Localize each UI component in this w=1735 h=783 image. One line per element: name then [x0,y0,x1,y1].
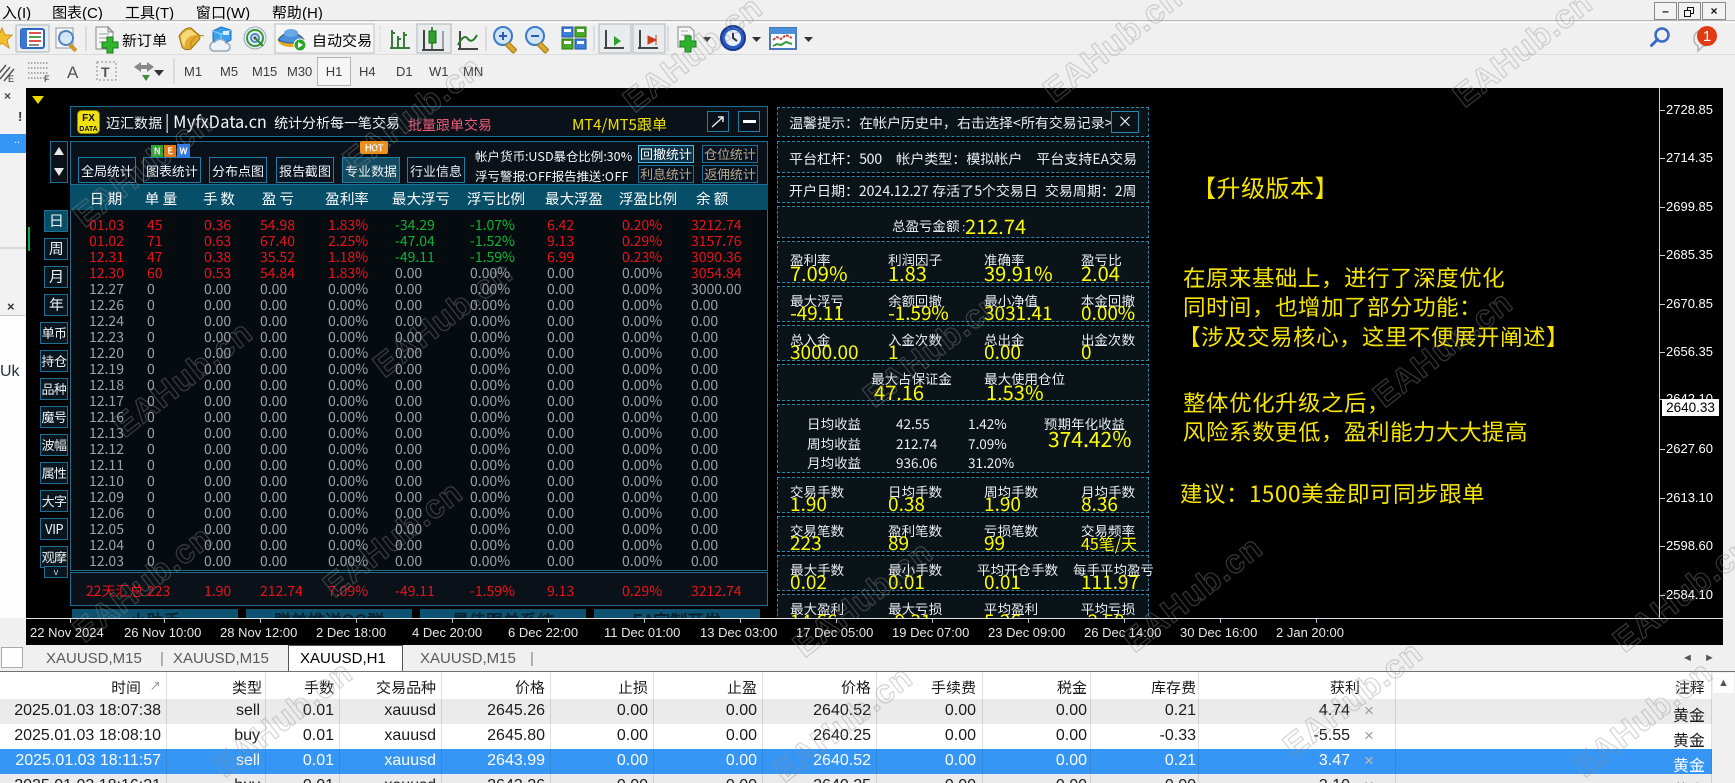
svg-text:E: E [8,74,14,84]
svg-text:1: 1 [1703,28,1711,45]
svg-text:T: T [101,64,110,80]
svg-text:F: F [44,74,50,84]
svg-text:A: A [67,63,79,82]
